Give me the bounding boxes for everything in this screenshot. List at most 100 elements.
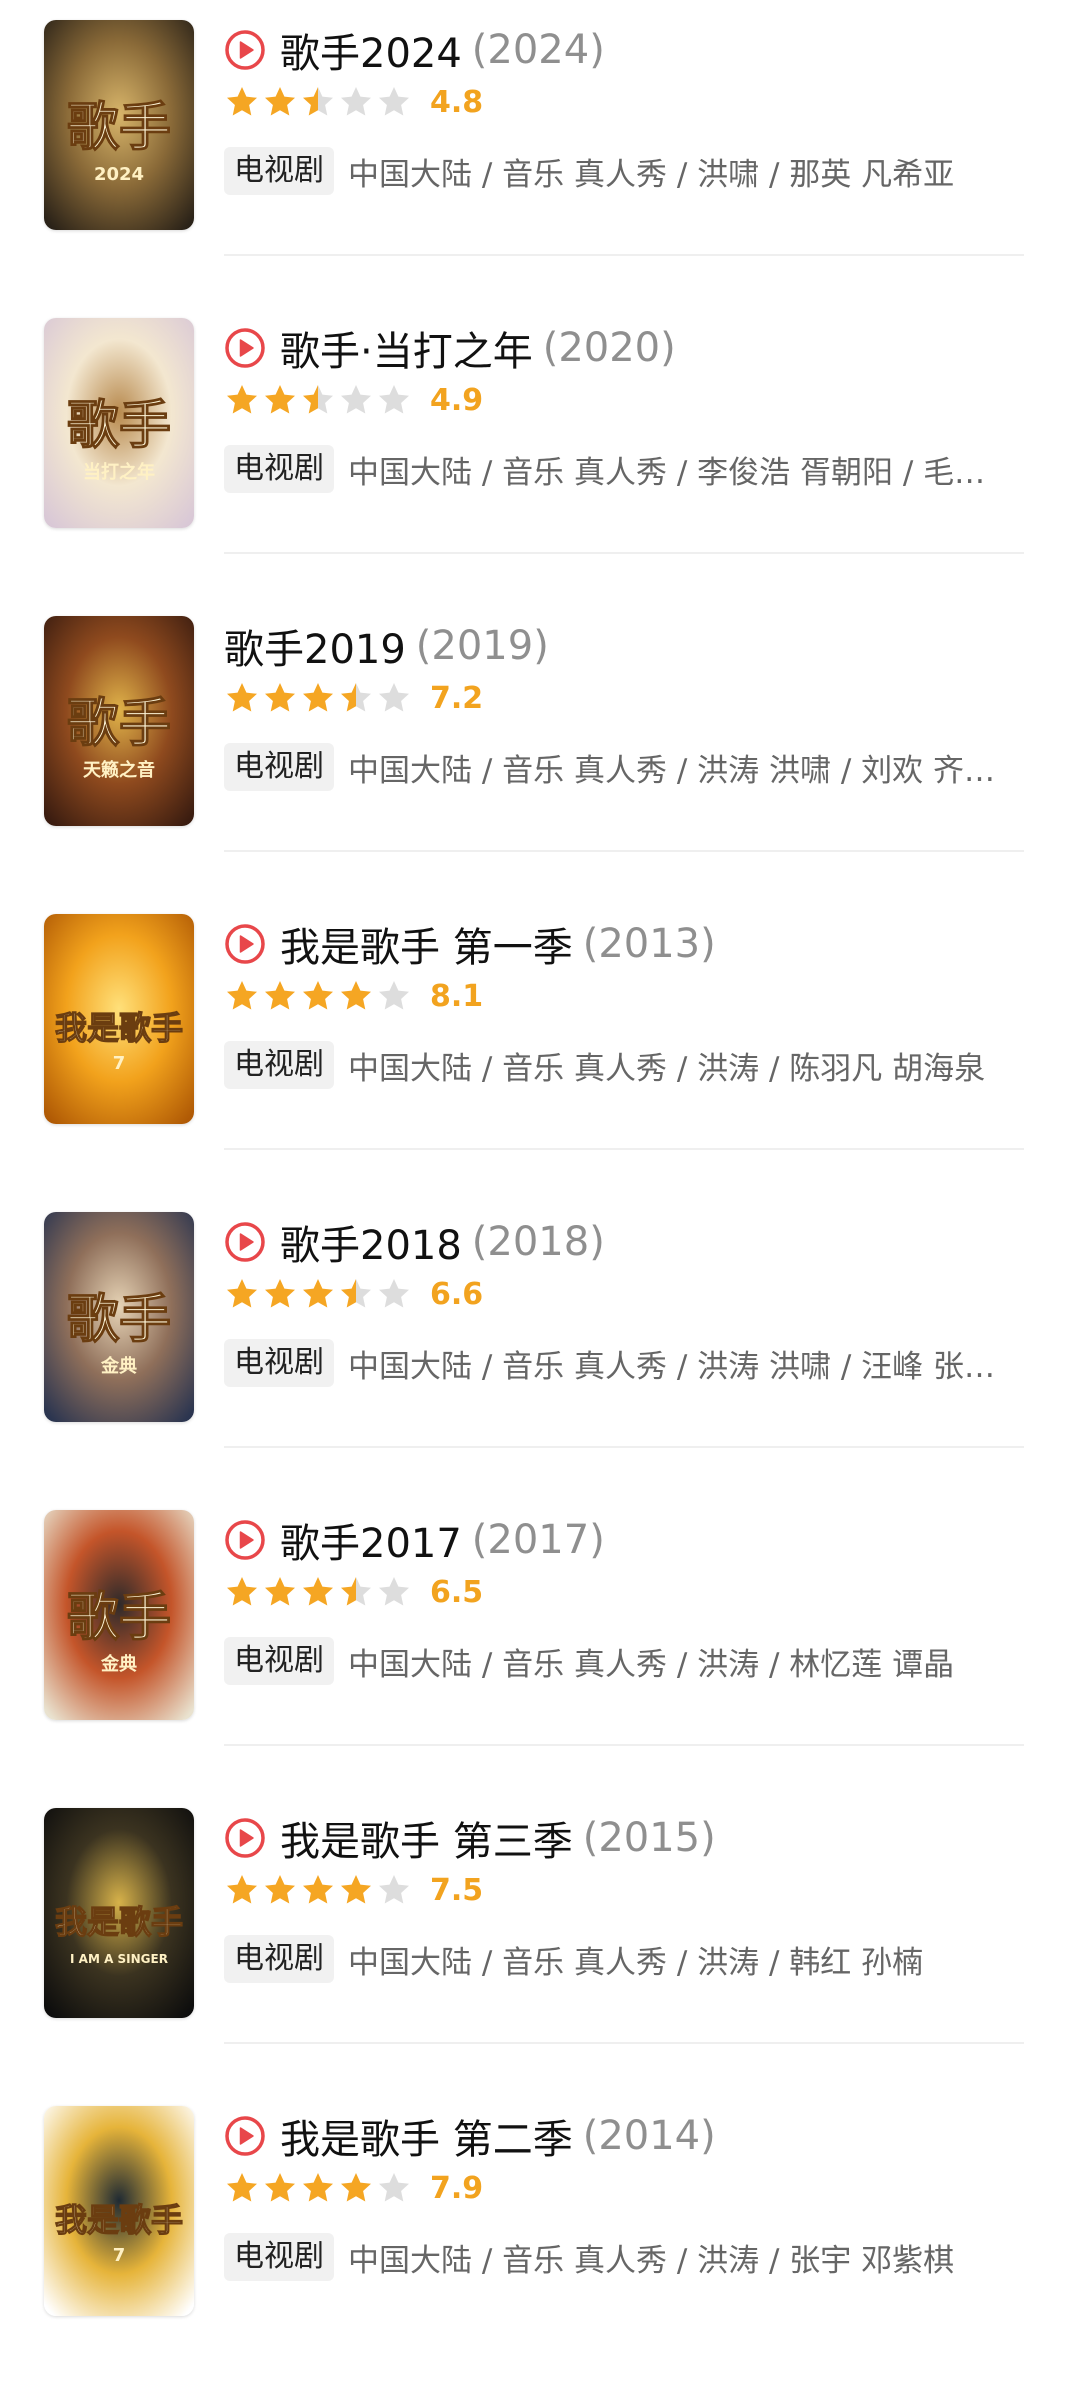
list-item[interactable]: 歌手 金典 歌手2018 (2018) 6.6 电视剧 中国大陆 / 音乐 真人秀… [0, 1192, 1080, 1492]
item-title[interactable]: 我是歌手 第一季 [280, 915, 573, 973]
meta-row: 电视剧 中国大陆 / 音乐 真人秀 / 洪涛 / 韩红 孙楠 [224, 1934, 1044, 1984]
title-row[interactable]: 歌手2017 (2017) [224, 1512, 1044, 1568]
star-rating [224, 1276, 414, 1312]
title-row[interactable]: 我是歌手 第一季 (2013) [224, 916, 1044, 972]
title-row[interactable]: 歌手2018 (2018) [224, 1214, 1044, 1270]
play-icon[interactable] [224, 1221, 266, 1263]
star-rating [224, 680, 414, 716]
star-rating [224, 978, 414, 1014]
item-title[interactable]: 歌手2024 [280, 21, 462, 79]
meta-row: 电视剧 中国大陆 / 音乐 真人秀 / 洪涛 洪啸 / 汪峰 张… [224, 1338, 1044, 1388]
category-tag: 电视剧 [224, 1041, 334, 1089]
rating-score: 4.8 [430, 84, 484, 120]
item-title[interactable]: 歌手·当打之年 [280, 319, 533, 377]
play-icon[interactable] [224, 29, 266, 71]
star-full-icon [227, 1577, 257, 1606]
item-title[interactable]: 歌手2018 [280, 1213, 462, 1271]
poster-i-am-singer-s2[interactable]: 我是歌手 7 [44, 2106, 194, 2316]
item-title[interactable]: 我是歌手 第二季 [280, 2107, 573, 2165]
star-empty-icon [379, 385, 409, 414]
list-item[interactable]: 歌手金典 歌手2017 (2017) 6.5 电视剧 中国大陆 / 音乐 真人秀… [0, 1490, 1080, 1790]
star-full-icon [265, 1875, 295, 1904]
poster-subtitle-text: 金典 [100, 1355, 137, 1377]
meta-row: 电视剧 中国大陆 / 音乐 真人秀 / 洪涛 洪啸 / 刘欢 齐… [224, 742, 1044, 792]
rating-row: 6.6 [224, 1272, 1044, 1316]
star-empty-icon [341, 385, 371, 414]
item-meta: 中国大陆 / 音乐 真人秀 / 李俊浩 胥朝阳 / 毛… [348, 454, 986, 491]
poster-singer-2019[interactable]: 歌手 天籁之音 [44, 616, 194, 826]
item-meta: 中国大陆 / 音乐 真人秀 / 洪啸 / 那英 凡希亚 [348, 156, 955, 193]
category-tag: 电视剧 [224, 1935, 334, 1983]
poster-i-am-singer-s1[interactable]: 我是歌手 7 [44, 914, 194, 1124]
poster-singer-2017[interactable]: 歌手 金典 [44, 1510, 194, 1720]
star-rating [224, 1574, 414, 1610]
rating-score: 6.5 [430, 1574, 484, 1610]
play-icon[interactable] [224, 327, 266, 369]
star-empty-icon [379, 1279, 409, 1308]
poster-subtitle-text: 金典 [100, 1653, 137, 1675]
item-meta: 中国大陆 / 音乐 真人秀 / 洪涛 洪啸 / 汪峰 张… [348, 1348, 996, 1385]
star-full-icon [265, 1279, 295, 1308]
title-row[interactable]: 我是歌手 第三季 (2015) [224, 1810, 1044, 1866]
poster-subtitle-text: 当打之年 [83, 461, 155, 483]
star-full-icon [265, 87, 295, 116]
poster-subtitle-text: 天籁之音 [83, 759, 155, 781]
divider [224, 1744, 1024, 1746]
star-full-icon [265, 1577, 295, 1606]
item-info: 歌手2024 (2024) 4.8 电视剧 中国大陆 / 音乐 真人秀 / 洪啸… [224, 22, 1044, 196]
poster-i-am-singer-s3[interactable]: 我是歌手 I AM A SINGER [44, 1808, 194, 2018]
title-row[interactable]: 我是歌手 第二季 (2014) [224, 2108, 1044, 2164]
star-full-icon [227, 385, 257, 414]
star-rating [224, 1872, 414, 1908]
list-item[interactable]: 我是歌手 7 我是歌手 第二季 (2014) 7.9 电视剧 中国大陆 / 音乐 … [0, 2086, 1080, 2386]
divider [224, 2042, 1024, 2044]
poster-subtitle-text: 7 [113, 1053, 126, 1074]
star-half-icon [303, 87, 333, 116]
poster-subtitle-text: 2024 [94, 164, 144, 185]
item-year: (2020) [542, 325, 676, 371]
list-item[interactable]: 歌手 2024 歌手2024 (2024) 4.8 电视剧 中国大陆 / 音乐 真… [0, 0, 1080, 300]
star-full-icon [227, 2173, 257, 2202]
star-empty-icon [379, 87, 409, 116]
item-meta: 中国大陆 / 音乐 真人秀 / 洪涛 洪啸 / 刘欢 齐… [348, 752, 996, 789]
star-full-icon [303, 2173, 333, 2202]
rating-row: 7.2 [224, 676, 1044, 720]
poster-title-text: 我是歌手 [55, 2201, 183, 2239]
star-rating [224, 84, 414, 120]
star-full-icon [265, 385, 295, 414]
title-row[interactable]: 歌手·当打之年 (2020) [224, 320, 1044, 376]
poster-singer-2018[interactable]: 歌手 金典 [44, 1212, 194, 1422]
poster-title-text: 歌手 [67, 1588, 171, 1648]
poster-singer-2020[interactable]: 歌手 当打之年 [44, 318, 194, 528]
star-full-icon [303, 683, 333, 712]
poster-subtitle-text: 7 [113, 2245, 126, 2266]
play-icon[interactable] [224, 1817, 266, 1859]
item-title[interactable]: 我是歌手 第三季 [280, 1809, 573, 1867]
item-title[interactable]: 歌手2017 [280, 1511, 462, 1569]
list-item[interactable]: 歌手 当打之年 歌手·当打之年 (2020) 4.9 电视剧 中国大陆 / 音乐 … [0, 298, 1080, 598]
poster-singer-2024[interactable]: 歌手 2024 [44, 20, 194, 230]
rating-score: 8.1 [430, 978, 484, 1014]
star-full-icon [227, 87, 257, 116]
item-info: 我是歌手 第一季 (2013) 8.1 电视剧 中国大陆 / 音乐 真人秀 / … [224, 916, 1044, 1090]
meta-row: 电视剧 中国大陆 / 音乐 真人秀 / 洪涛 / 张宇 邓紫棋 [224, 2232, 1044, 2282]
star-full-icon [265, 2173, 295, 2202]
list-item[interactable]: 我是歌手 I AM A SINGER 我是歌手 第三季 (2015) 7.5 电视… [0, 1788, 1080, 2088]
rating-row: 7.5 [224, 1868, 1044, 1912]
play-icon[interactable] [224, 1519, 266, 1561]
meta-row: 电视剧 中国大陆 / 音乐 真人秀 / 洪啸 / 那英 凡希亚 [224, 146, 1044, 196]
item-title[interactable]: 歌手2019 [224, 617, 406, 675]
play-icon[interactable] [224, 923, 266, 965]
item-year: (2019) [415, 623, 549, 669]
category-tag: 电视剧 [224, 445, 334, 493]
list-item[interactable]: 我是歌手 7 我是歌手 第一季 (2013) 8.1 电视剧 中国大陆 / 音乐 … [0, 894, 1080, 1194]
title-row[interactable]: 歌手2019 (2019) [224, 618, 1044, 674]
star-full-icon [341, 981, 371, 1010]
star-empty-icon [341, 87, 371, 116]
title-row[interactable]: 歌手2024 (2024) [224, 22, 1044, 78]
list-item[interactable]: 歌手 天籁之音 歌手2019 (2019) 7.2 电视剧 中国大陆 / 音乐 真… [0, 596, 1080, 896]
play-icon[interactable] [224, 2115, 266, 2157]
item-info: 歌手2017 (2017) 6.5 电视剧 中国大陆 / 音乐 真人秀 / 洪涛… [224, 1512, 1044, 1686]
rating-score: 7.2 [430, 680, 484, 716]
divider [224, 1446, 1024, 1448]
